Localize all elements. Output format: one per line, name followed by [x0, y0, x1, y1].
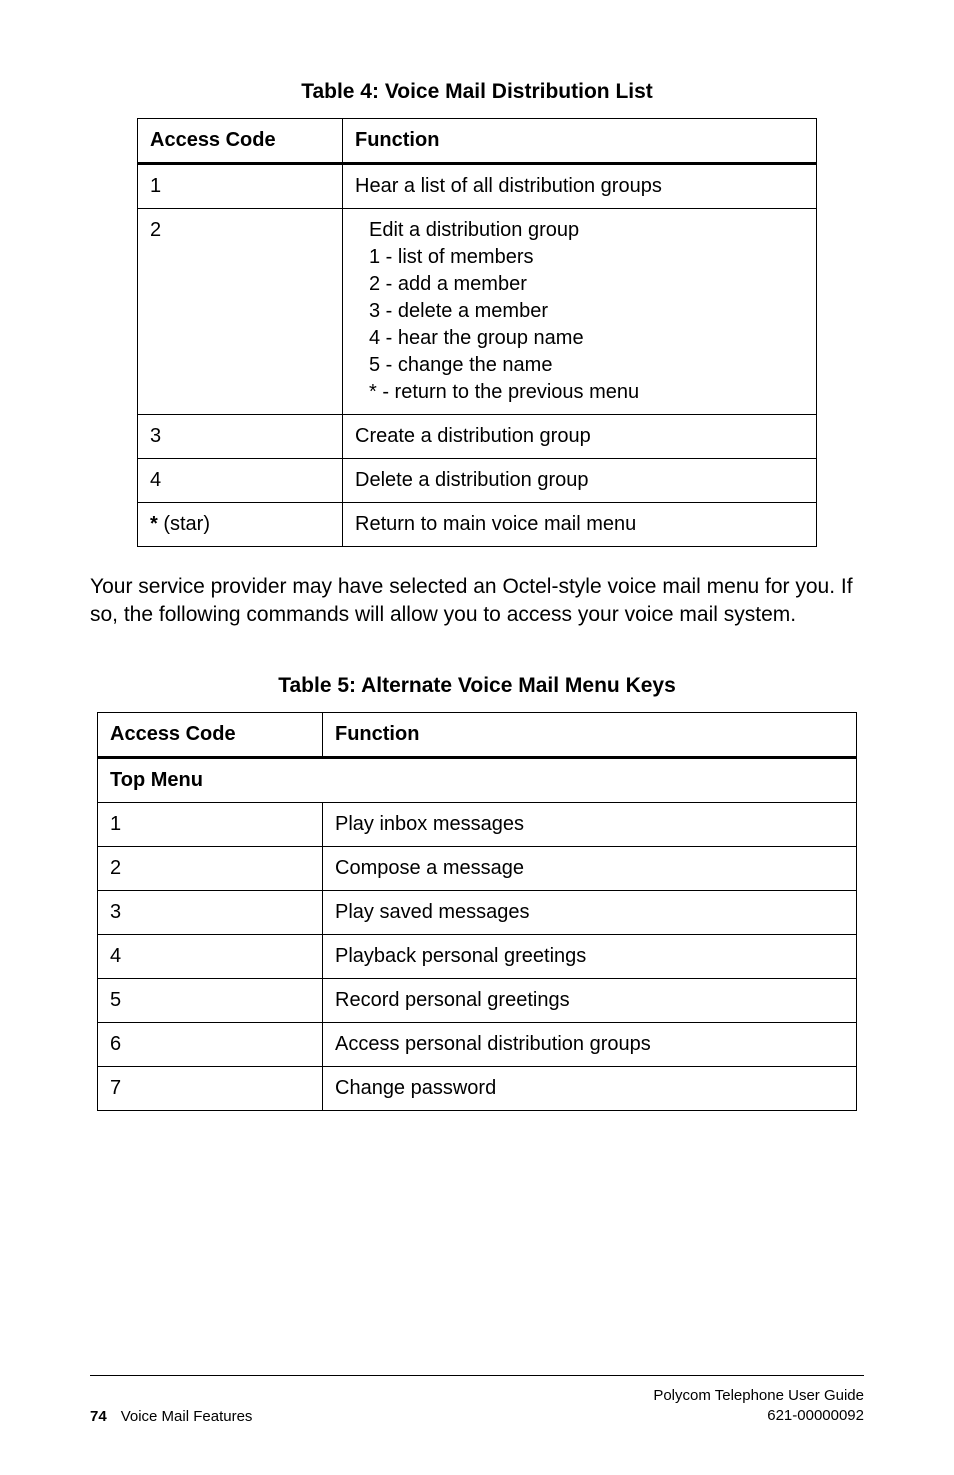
body-paragraph: Your service provider may have selected … — [90, 573, 864, 630]
table5-section-cell: Top Menu — [98, 757, 857, 802]
table4-header-access: Access Code — [138, 119, 343, 164]
table-row: 4 Delete a distribution group — [138, 459, 817, 503]
table-row: 2 Edit a distribution group 1 - list of … — [138, 209, 817, 415]
table-row: 6 Access personal distribution groups — [98, 1022, 857, 1066]
page-content: Table 4: Voice Mail Distribution List Ac… — [90, 80, 864, 1335]
table-row: 1 Play inbox messages — [98, 802, 857, 846]
function-sub: 1 - list of members — [369, 244, 804, 271]
footer-left: 74 Voice Mail Features — [90, 1408, 252, 1425]
access-code-cell: 2 — [138, 209, 343, 415]
footer-section: Voice Mail Features — [121, 1408, 253, 1425]
function-cell: Hear a list of all distribution groups — [343, 164, 817, 209]
table4-header-function: Function — [343, 119, 817, 164]
star-prefix: * — [150, 513, 163, 535]
access-code-cell: 1 — [98, 802, 323, 846]
table4-title: Table 4: Voice Mail Distribution List — [90, 80, 864, 104]
function-cell: Change password — [323, 1066, 857, 1110]
table-row: 1 Hear a list of all distribution groups — [138, 164, 817, 209]
function-sub: 2 - add a member — [369, 271, 804, 298]
table-row: 5 Record personal greetings — [98, 978, 857, 1022]
access-code-cell: 2 — [98, 846, 323, 890]
table5: Access Code Function Top Menu 1 Play inb… — [97, 712, 857, 1111]
table-row: * (star) Return to main voice mail menu — [138, 503, 817, 547]
function-cell: Access personal distribution groups — [323, 1022, 857, 1066]
table5-header-function: Function — [323, 712, 857, 757]
table-row: 7 Change password — [98, 1066, 857, 1110]
page-footer: 74 Voice Mail Features Polycom Telephone… — [90, 1375, 864, 1425]
function-sub: 4 - hear the group name — [369, 325, 804, 352]
function-cell: Edit a distribution group 1 - list of me… — [343, 209, 817, 415]
table4: Access Code Function 1 Hear a list of al… — [137, 118, 817, 547]
access-code-cell: 3 — [98, 890, 323, 934]
access-code-cell: 5 — [98, 978, 323, 1022]
function-cell: Return to main voice mail menu — [343, 503, 817, 547]
function-cell: Record personal greetings — [323, 978, 857, 1022]
function-sub: 5 - change the name — [369, 352, 804, 379]
table5-title: Table 5: Alternate Voice Mail Menu Keys — [90, 674, 864, 698]
table5-header-row: Access Code Function — [98, 712, 857, 757]
page-number: 74 — [90, 1408, 107, 1425]
access-code-cell: * (star) — [138, 503, 343, 547]
access-code-cell: 1 — [138, 164, 343, 209]
function-cell: Playback personal greetings — [323, 934, 857, 978]
function-main: Edit a distribution group — [369, 217, 804, 244]
table-row: 3 Play saved messages — [98, 890, 857, 934]
footer-guide: Polycom Telephone User Guide — [653, 1386, 864, 1406]
function-cell: Play inbox messages — [323, 802, 857, 846]
function-sub: 3 - delete a member — [369, 298, 804, 325]
star-suffix: (star) — [163, 513, 210, 535]
access-code-cell: 4 — [98, 934, 323, 978]
function-cell: Delete a distribution group — [343, 459, 817, 503]
table4-header-row: Access Code Function — [138, 119, 817, 164]
table5-header-access: Access Code — [98, 712, 323, 757]
access-code-cell: 3 — [138, 415, 343, 459]
table5-section-row: Top Menu — [98, 757, 857, 802]
footer-docnum: 621-00000092 — [653, 1406, 864, 1426]
table-row: 3 Create a distribution group — [138, 415, 817, 459]
function-cell: Play saved messages — [323, 890, 857, 934]
function-sub: * - return to the previous menu — [369, 379, 804, 406]
access-code-cell: 4 — [138, 459, 343, 503]
footer-right: Polycom Telephone User Guide 621-0000009… — [653, 1386, 864, 1425]
access-code-cell: 7 — [98, 1066, 323, 1110]
function-cell: Create a distribution group — [343, 415, 817, 459]
access-code-cell: 6 — [98, 1022, 323, 1066]
function-cell: Compose a message — [323, 846, 857, 890]
table-row: 4 Playback personal greetings — [98, 934, 857, 978]
table-row: 2 Compose a message — [98, 846, 857, 890]
